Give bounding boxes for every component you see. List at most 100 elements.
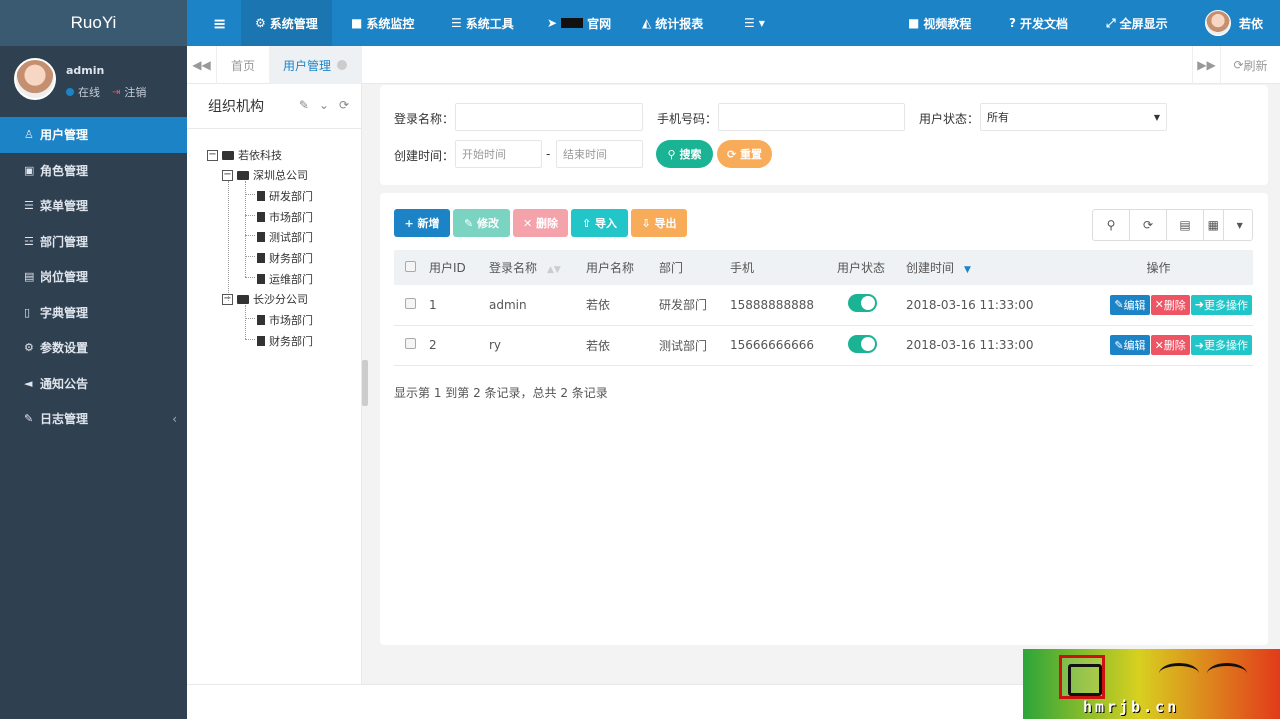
tree-node[interactable]: − 若依科技 (207, 147, 282, 163)
tree-node[interactable]: 市场部门 (257, 312, 313, 328)
tree-node[interactable]: − 深圳总公司 (222, 167, 308, 183)
sidebar-item-log[interactable]: ✎ 日志管理 ‹ (0, 401, 187, 437)
column-header[interactable]: 登录名称 ▲▼ (489, 250, 586, 285)
status-toggle[interactable] (848, 294, 877, 313)
topnav-official-site[interactable]: ➤ 官网 (547, 0, 611, 46)
row-more-button[interactable]: ➜ 更多操作 (1190, 294, 1252, 315)
tree-node[interactable]: 市场部门 (257, 209, 313, 225)
start-time-input[interactable]: 开始时间 (455, 140, 542, 168)
end-time-input[interactable]: 结束时间 (556, 140, 643, 168)
table-row[interactable]: 2 ry 若依 测试部门 15666666666 2018-03-16 11:3… (394, 325, 1253, 366)
select-all-checkbox-cell[interactable] (394, 250, 429, 285)
tree-node[interactable]: 运维部门 (257, 271, 313, 287)
column-header[interactable]: 创建时间 ▼ (906, 250, 1064, 285)
topnav-tools[interactable]: ☰ 系统工具 (451, 0, 514, 46)
menu-toggle-button[interactable]: ≡ (213, 0, 226, 46)
column-header[interactable]: 部门 (659, 250, 730, 285)
tab-scroll-left-button[interactable]: ◀◀ (187, 46, 217, 84)
sort-desc-icon: ▼ (964, 265, 971, 275)
column-header[interactable]: 用户名称 (586, 250, 659, 285)
topnav-monitor[interactable]: ■ 系统监控 (351, 0, 414, 46)
edit-icon: ✎ (1114, 338, 1124, 352)
search-icon: ⚲ (667, 147, 676, 161)
file-icon (257, 232, 265, 242)
topnav-fullscreen[interactable]: ⤢ 全屏显示 (1106, 0, 1168, 46)
column-header[interactable]: 用户状态 (837, 250, 906, 285)
sidebar-nav: ♙ 用户管理 ▣ 角色管理 ☰ 菜单管理 ☲ 部门管理 ▤ 岗位管理 ▯ 字典管理 ⚙ 参数设… (0, 117, 187, 437)
delete-button[interactable]: ✕ 删除 (513, 209, 568, 237)
tree-node[interactable]: 财务部门 (257, 250, 313, 266)
sidebar-item-dept[interactable]: ☲ 部门管理 (0, 224, 187, 260)
topnav-system[interactable]: ⚙ 系统管理 (241, 0, 332, 46)
export-button[interactable]: ⇩ 导出 (631, 209, 687, 237)
row-checkbox[interactable] (405, 297, 416, 309)
search-toggle-button[interactable]: ⚲ (1093, 210, 1130, 240)
watermark-domain: hmrjb.cn (1083, 698, 1180, 716)
tree-node[interactable]: 测试部门 (257, 229, 313, 245)
phone-input[interactable] (718, 103, 905, 131)
toggle-view-button[interactable]: ▤ (1167, 210, 1204, 240)
topnav-video-tutorial[interactable]: ■ 视频教程 (908, 0, 971, 46)
tree-node[interactable]: 财务部门 (257, 333, 313, 349)
collapse-icon[interactable]: − (207, 149, 218, 161)
topnav-more-dropdown[interactable]: ☰ ▼ (744, 0, 765, 46)
tree-node[interactable]: − 长沙分公司 (222, 291, 308, 307)
import-button[interactable]: ⇧ 导入 (571, 209, 628, 237)
refresh-table-button[interactable]: ⟳ (1130, 210, 1167, 240)
sidebar-item-notice[interactable]: ◄ 通知公告 (0, 366, 187, 402)
topnav-reports[interactable]: ◭ 统计报表 (642, 0, 703, 46)
backward-icon: ◀◀ (192, 58, 211, 72)
sidebar-item-role[interactable]: ▣ 角色管理 (0, 153, 187, 189)
avatar[interactable] (14, 58, 56, 100)
user-table-panel: + 新增 ✎ 修改 ✕ 删除 ⇧ 导入 ⇩ 导出 ⚲ ⟳ ▤ ▦ ▼ 用户ID … (380, 193, 1268, 645)
caret-down-icon: ▼ (758, 18, 765, 28)
collapse-icon[interactable]: − (222, 169, 233, 181)
tab-user-management[interactable]: 用户管理 (269, 46, 363, 84)
edit-button[interactable]: ✎ 修改 (453, 209, 510, 237)
chevron-down-icon[interactable]: ⌄ (319, 98, 329, 112)
app-logo[interactable]: RuoYi (0, 0, 187, 46)
columns-dropdown-button[interactable]: ▦ ▼ (1204, 210, 1252, 240)
topnav-user-menu[interactable]: 若依 (1205, 0, 1263, 46)
row-edit-button[interactable]: ✎ 编辑 (1110, 335, 1150, 355)
file-icon (257, 336, 265, 346)
status-select[interactable]: 所有 ▼ (980, 103, 1167, 131)
sidebar-item-menu[interactable]: ☰ 菜单管理 (0, 188, 187, 224)
status-toggle[interactable] (848, 334, 877, 353)
select-all-checkbox[interactable] (405, 260, 416, 272)
row-edit-button[interactable]: ✎ 编辑 (1110, 294, 1150, 315)
logout-icon[interactable]: ⇥ (112, 87, 120, 98)
row-more-button[interactable]: ➜ 更多操作 (1190, 335, 1252, 355)
times-icon: ✕ (1154, 298, 1164, 312)
column-header[interactable]: 手机 (730, 250, 837, 285)
sidebar-item-dict[interactable]: ▯ 字典管理 (0, 295, 187, 331)
logout-link[interactable]: 注销 (124, 84, 146, 100)
chevron-circle-right-icon: ➜ (1194, 298, 1204, 312)
row-delete-button[interactable]: ✕ 删除 (1150, 294, 1190, 315)
add-button[interactable]: + 新增 (394, 209, 450, 237)
sidebar-item-config[interactable]: ⚙ 参数设置 (0, 330, 187, 366)
sidebar-item-user[interactable]: ♙ 用户管理 (0, 117, 187, 153)
refresh-icon[interactable]: ⟳ (339, 98, 349, 112)
tab-scroll-right-button[interactable]: ▶▶ (1192, 46, 1220, 84)
refresh-tab-button[interactable]: ⟳ 刷新 (1220, 46, 1280, 84)
collapse-icon[interactable]: − (222, 293, 233, 305)
location-arrow-icon: ➤ (547, 16, 558, 30)
file-icon (257, 191, 265, 201)
row-checkbox[interactable] (405, 338, 416, 349)
edit-icon[interactable]: ✎ (299, 98, 309, 112)
close-icon[interactable] (337, 60, 348, 70)
table-row[interactable]: 1 admin 若依 研发部门 15888888888 2018-03-16 1… (394, 285, 1253, 326)
cell-actions: ✎ 编辑 ✕ 删除 ➜ 更多操作 (1064, 325, 1253, 366)
refresh-icon: ⟳ (1142, 218, 1154, 232)
column-header[interactable]: 用户ID (429, 250, 489, 285)
row-delete-button[interactable]: ✕ 删除 (1150, 335, 1190, 355)
tree-node[interactable]: 研发部门 (257, 188, 313, 204)
login-name-input[interactable] (455, 103, 643, 131)
search-button[interactable]: ⚲ 搜索 (656, 140, 713, 168)
reset-button[interactable]: ⟳ 重置 (717, 140, 772, 168)
sidebar-item-post[interactable]: ▤ 岗位管理 (0, 259, 187, 295)
tab-home[interactable]: 首页 (217, 46, 271, 84)
panel-splitter-handle[interactable] (362, 360, 368, 406)
topnav-dev-docs[interactable]: ? 开发文档 (1009, 0, 1068, 46)
